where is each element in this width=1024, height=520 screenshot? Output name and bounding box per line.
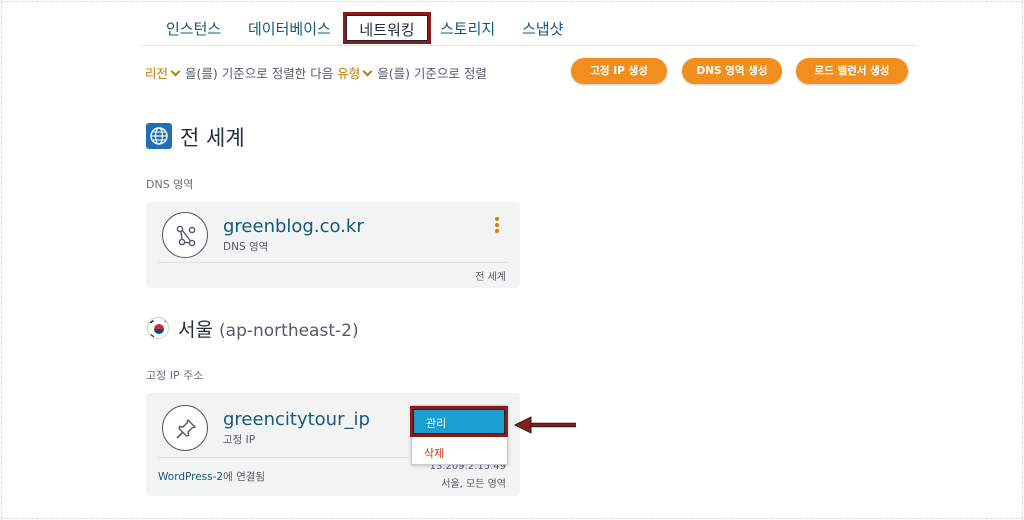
dns-zone-card: greenblog.co.kr DNS 영역 전 세계 xyxy=(146,202,520,288)
sort-first-suffix: 을(를) 기준으로 정렬한 다음 xyxy=(185,66,334,81)
pin-icon xyxy=(162,405,208,451)
sort-first-select[interactable]: 리전 xyxy=(145,66,185,81)
more-options-icon[interactable] xyxy=(495,217,501,235)
menu-item-delete[interactable]: 삭제 xyxy=(424,445,444,461)
attached-suffix: 에 연결됨 xyxy=(223,471,266,483)
menu-item-manage[interactable]: 관리 xyxy=(410,406,508,437)
chevron-down-icon xyxy=(170,66,181,77)
sort-first-value: 리전 xyxy=(145,66,169,81)
korea-flag-icon xyxy=(147,317,169,339)
dns-zone-location: 전 세계 xyxy=(475,272,506,283)
annotation-arrow-icon xyxy=(513,416,576,434)
dns-zone-label: DNS 영역 xyxy=(146,178,194,191)
tab-snapshots[interactable]: 스냅샷 xyxy=(522,18,563,39)
static-ip-label: 고정 IP 주소 xyxy=(146,369,204,382)
create-dns-zone-button[interactable]: DNS 영역 생성 xyxy=(682,58,782,84)
chevron-down-icon xyxy=(362,66,373,77)
region-code: (ap-northeast-2) xyxy=(219,321,359,341)
dns-zone-title-link[interactable]: greenblog.co.kr xyxy=(223,216,364,237)
section-heading-seoul: 서울 (ap-northeast-2) xyxy=(178,315,359,342)
sort-controls: 리전 을(를) 기준으로 정렬한 다음 유형 을(를) 기준으로 정렬 xyxy=(145,63,487,82)
region-name: 서울 xyxy=(178,319,213,341)
tab-networking[interactable]: 네트워킹 xyxy=(343,12,431,44)
create-load-balancer-button[interactable]: 로드 밸런서 생성 xyxy=(796,58,908,84)
static-ip-location: 서울, 모든 영역 xyxy=(441,479,506,490)
sort-second-select[interactable]: 유형 xyxy=(337,66,377,81)
sort-second-value: 유형 xyxy=(337,66,361,81)
tab-bar: 인스턴스 데이터베이스 네트워킹 스토리지 스냅샷 xyxy=(140,0,917,46)
tab-storage[interactable]: 스토리지 xyxy=(440,18,495,39)
static-ip-title-link[interactable]: greencitytour_ip xyxy=(223,409,370,430)
create-static-ip-button[interactable]: 고정 IP 생성 xyxy=(571,58,667,84)
sort-second-suffix: 을(를) 기준으로 정렬 xyxy=(377,66,487,81)
section-heading-global: 전 세계 xyxy=(180,126,245,150)
tab-databases[interactable]: 데이터베이스 xyxy=(248,18,331,39)
dns-graph-icon xyxy=(162,212,208,258)
attached-instance-link[interactable]: WordPress-2 xyxy=(158,471,223,483)
static-ip-subtitle: 고정 IP xyxy=(223,434,256,446)
attached-instance: WordPress-2에 연결됨 xyxy=(158,469,265,484)
card-divider xyxy=(158,262,508,263)
dns-zone-subtitle: DNS 영역 xyxy=(223,241,269,253)
globe-icon xyxy=(146,123,172,149)
tab-instances[interactable]: 인스턴스 xyxy=(166,18,221,39)
